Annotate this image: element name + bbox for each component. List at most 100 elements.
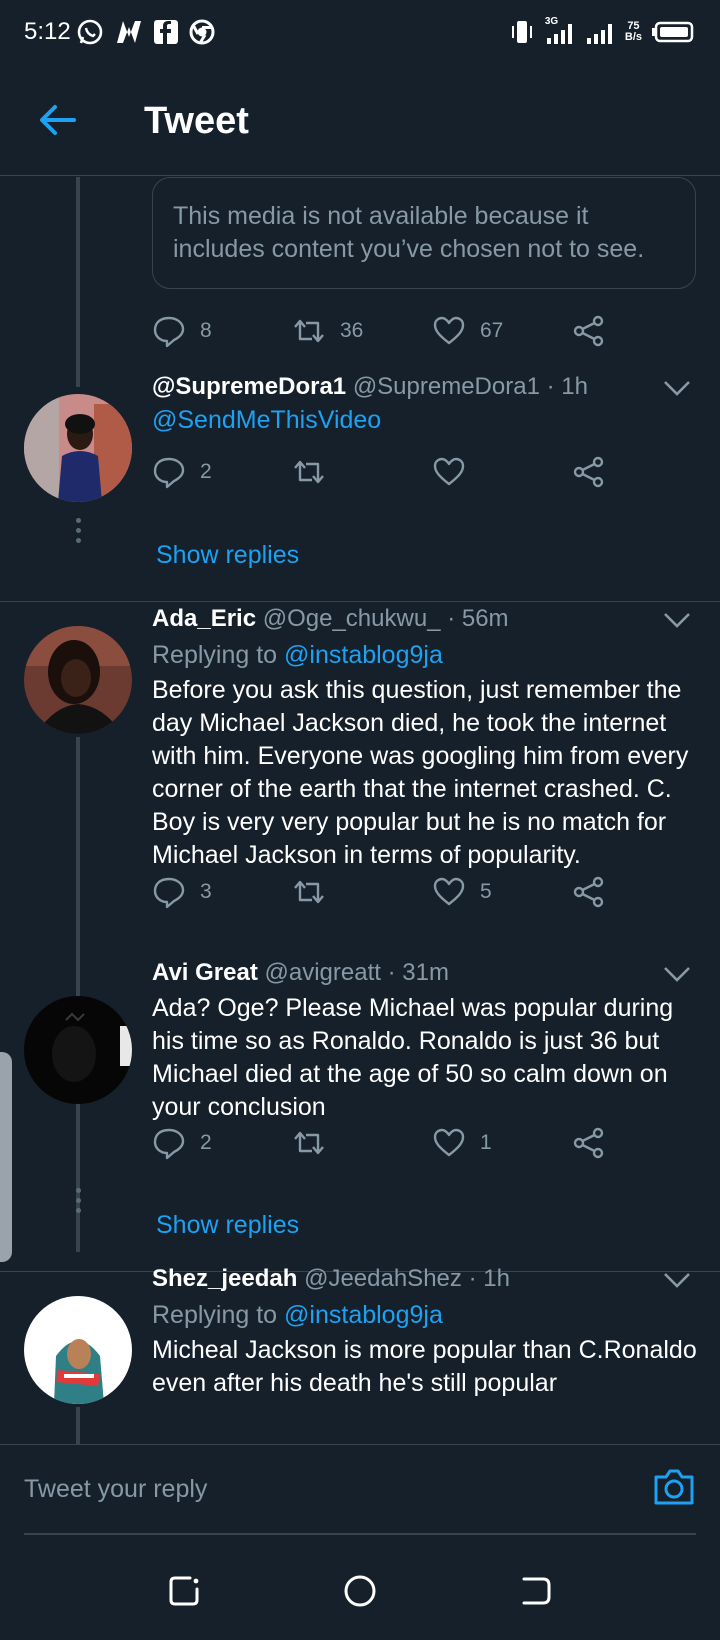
like-button[interactable]: 5 [432,872,492,912]
facebook-icon [152,18,180,46]
share-button[interactable] [572,452,606,492]
tweet-actions: 8 36 67 [152,311,612,351]
reply-composer: Tweet your reply [0,1444,720,1540]
like-button[interactable] [432,452,466,492]
reply-count: 3 [200,880,212,903]
chevron-down-icon[interactable] [662,378,692,398]
tweet-actions: 2 [152,452,612,492]
like-count: 67 [480,319,504,342]
display-name[interactable]: @SupremeDora1 [152,373,346,400]
chevron-down-icon[interactable] [662,964,692,984]
retweet-icon [294,460,324,484]
vibrate-icon [511,21,532,43]
avatar[interactable] [24,1296,132,1404]
timestamp: · 1h [546,373,588,400]
edge-panel-handle[interactable] [0,1052,12,1262]
status-bar: 5:12 3G 75 B/s [0,0,720,64]
signal-3g-icon: 3G [545,16,575,46]
heart-icon [433,877,465,906]
more-replies-dots [73,518,83,548]
reply-button[interactable]: 8 [152,311,212,351]
thread-line [76,1107,80,1252]
retweet-button[interactable] [292,1123,326,1163]
retweet-icon [294,1131,324,1155]
mention-link[interactable]: @instablog9ja [284,1301,443,1329]
tweet-screen: 5:12 3G 75 B/s Tweet This media is not a… [0,0,720,1640]
reply-icon [153,457,185,489]
tweet-text: Micheal Jackson is more popular than C.R… [152,1336,697,1397]
tweet-text: Ada? Oge? Please Michael was popular dur… [152,994,674,1121]
username: @Oge_chukwu_ [262,605,441,632]
share-icon [573,876,604,908]
battery-icon [652,21,694,43]
retweet-icon [294,319,324,343]
tweet-header: Ada_Eric @Oge_chukwu_ · 56m [152,605,509,633]
reply-button[interactable]: 2 [152,1123,212,1163]
whatsapp-icon [76,18,104,46]
share-icon [573,315,604,347]
username: @avigreatt [264,959,381,986]
tweet-header: @SupremeDora1 @SupremeDora1 · 1h [152,373,588,401]
thread-line [76,737,80,1169]
share-icon [573,456,604,488]
chrome-icon [188,18,216,46]
thread-line [76,1407,80,1444]
like-count: 5 [480,880,492,903]
input-underline [24,1533,696,1535]
reply-button[interactable]: 2 [152,452,212,492]
chevron-down-icon[interactable] [662,1270,692,1290]
share-button[interactable] [572,311,606,351]
share-icon [573,1127,604,1159]
back-icon[interactable] [518,1573,554,1609]
heart-icon [433,1128,465,1157]
reply-icon [153,877,185,909]
reply-input[interactable]: Tweet your reply [24,1475,207,1504]
display-name[interactable]: Shez_jeedah [152,1265,297,1292]
back-arrow-icon[interactable] [36,98,80,142]
chevron-down-icon[interactable] [662,610,692,630]
share-button[interactable] [572,872,606,912]
tweet-actions: 2 1 [152,1123,612,1163]
avatar[interactable] [24,996,132,1104]
display-name[interactable]: Ada_Eric [152,605,256,632]
reply-icon [153,1128,185,1160]
network-speed: 75 B/s [624,20,642,43]
timestamp: · 56m [447,605,509,632]
status-time: 5:12 [24,18,71,45]
tweet-header: Shez_jeedah @JeedahShez · 1h [152,1265,510,1293]
tweet-feed[interactable]: This media is not available because it i… [0,177,720,1444]
share-button[interactable] [572,1123,606,1163]
tweet-text[interactable]: @SendMeThisVideo [152,404,697,437]
reply-count: 2 [200,1131,212,1154]
divider [0,601,720,602]
like-button[interactable]: 67 [432,311,503,351]
heart-icon [433,457,465,486]
signal-icon [586,24,612,44]
like-button[interactable]: 1 [432,1123,492,1163]
system-nav-bar [0,1540,720,1640]
home-icon[interactable] [342,1573,378,1609]
show-replies-link[interactable]: Show replies [156,541,299,570]
camera-icon[interactable] [652,1467,696,1507]
reply-button[interactable]: 3 [152,872,212,912]
retweet-button[interactable] [292,452,326,492]
retweet-button[interactable]: 36 [292,311,363,351]
mention-link[interactable]: @instablog9ja [284,641,443,669]
heart-icon [433,316,465,345]
username: @JeedahShez [304,1265,462,1292]
recent-apps-icon[interactable] [166,1573,202,1609]
reply-count: 8 [200,319,212,342]
retweet-icon [294,880,324,904]
avatar[interactable] [24,394,132,502]
show-replies-link[interactable]: Show replies [156,1211,299,1240]
reply-count: 2 [200,460,212,483]
replying-to: Replying to @instablog9ja [152,641,443,669]
display-name[interactable]: Avi Great [152,959,258,986]
avatar[interactable] [24,626,132,734]
username: @SupremeDora1 [352,373,540,400]
retweet-button[interactable] [292,872,326,912]
thread-line [76,177,80,387]
retweet-count: 36 [340,319,364,342]
status-right-group: 3G 75 B/s [509,16,696,48]
page-title: Tweet [144,100,249,142]
